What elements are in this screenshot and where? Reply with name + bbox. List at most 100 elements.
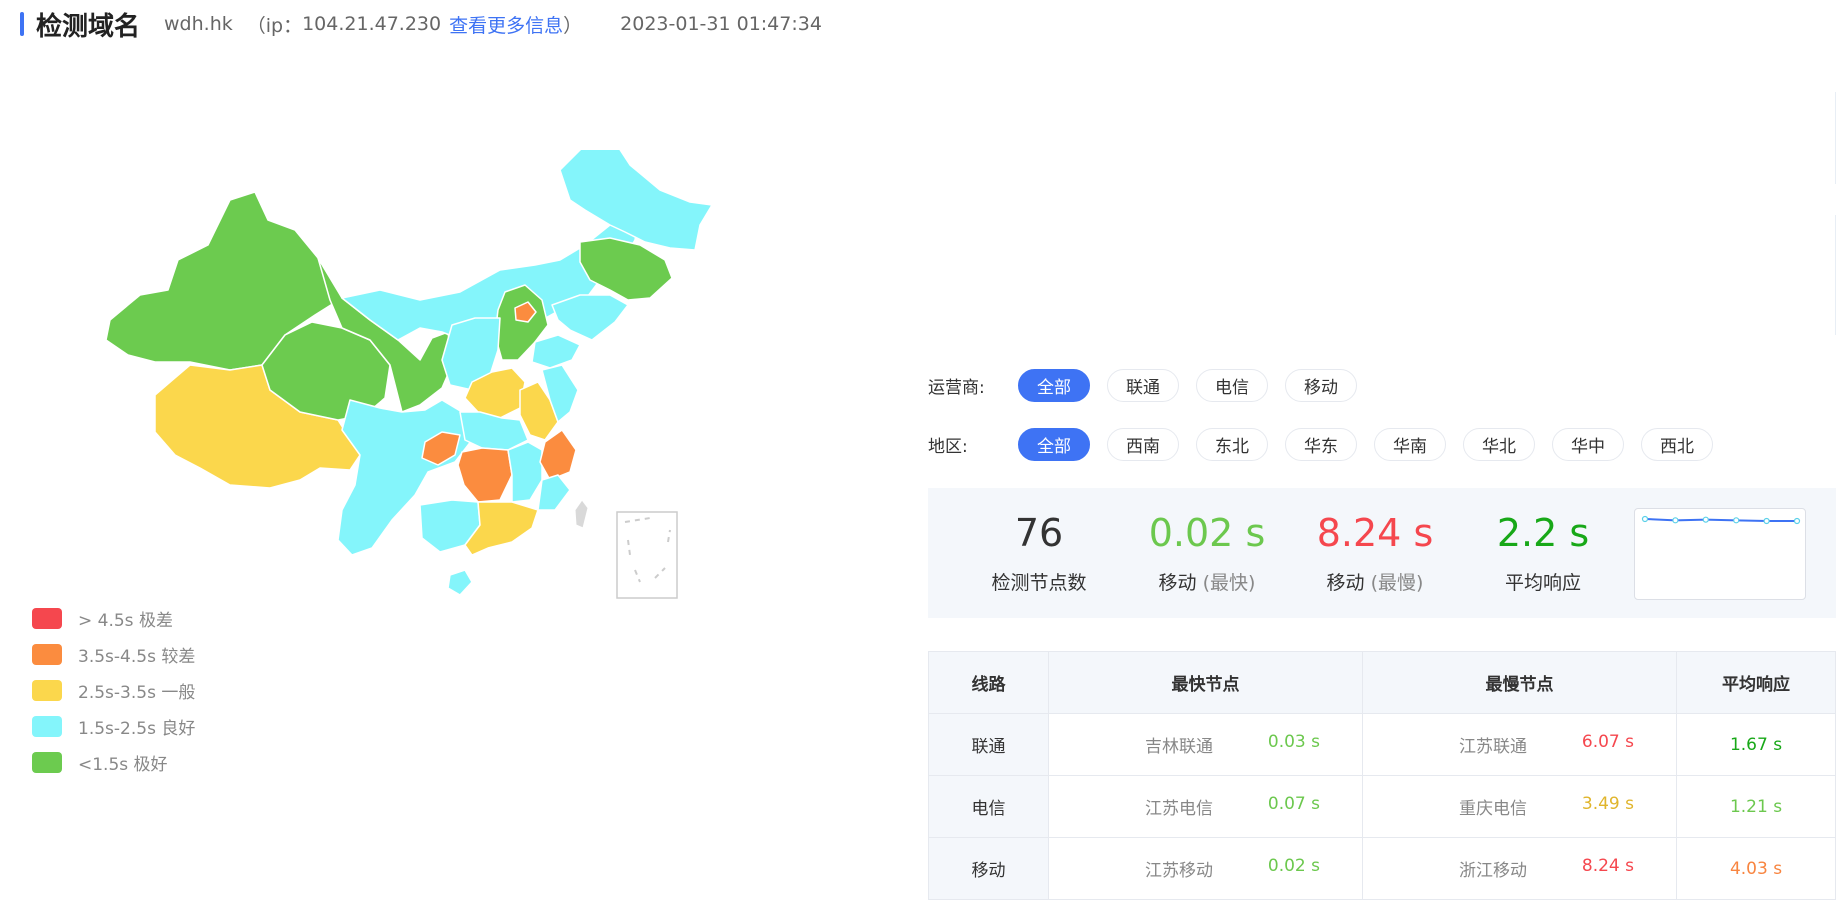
legend-item-good: 1.5s-2.5s 良好 <box>32 708 195 744</box>
stat-fastest-carrier: 移动 <box>1158 572 1197 594</box>
page-title: 检测域名 <box>36 11 141 42</box>
row-slowest: 重庆电信 3.49 s <box>1362 775 1677 838</box>
summary-stats-panel: 76 检测节点数 0.02 s 移动 (最快) 8.24 s 移动 (最慢) 2… <box>928 488 1836 618</box>
province-jilin[interactable] <box>579 237 673 301</box>
carrier-option-telecom[interactable]: 电信 <box>1196 369 1268 402</box>
province-shandong[interactable] <box>531 334 581 369</box>
region-option-northeast[interactable]: 东北 <box>1196 428 1268 461</box>
fast-node-time: 0.03 s <box>1267 732 1320 752</box>
province-fujian[interactable] <box>537 474 571 511</box>
row-average: 1.67 s <box>1676 713 1836 776</box>
slow-node-time: 6.07 s <box>1581 732 1634 752</box>
ad-placeholder-top <box>1810 92 1836 184</box>
col-header-line: 线路 <box>928 651 1049 714</box>
stat-node-count-label: 检测节点数 <box>991 572 1087 594</box>
stat-fastest-sub: (最快) <box>1202 572 1256 594</box>
check-timestamp: 2023-01-31 01:47:34 <box>620 13 822 35</box>
row-slowest: 浙江移动 8.24 s <box>1362 837 1677 900</box>
legend-item-fair: 2.5s-3.5s 一般 <box>32 672 195 708</box>
stat-slowest-value: 8.24 s <box>1316 511 1434 555</box>
col-header-fastest: 最快节点 <box>1048 651 1363 714</box>
fast-node-name: 吉林联通 <box>1145 737 1213 757</box>
table-header-row: 线路 最快节点 最慢节点 平均响应 <box>928 651 1836 714</box>
region-filter-label: 地区: <box>928 437 968 457</box>
legend-label: 2.5s-3.5s 一般 <box>78 682 196 703</box>
legend-swatch <box>32 607 62 629</box>
region-option-southwest[interactable]: 西南 <box>1107 428 1179 461</box>
province-taiwan[interactable] <box>574 499 589 529</box>
response-sparkline <box>1634 508 1806 600</box>
province-liaoning[interactable] <box>551 294 629 341</box>
sparkline-point <box>1641 515 1649 523</box>
sparkline-point <box>1793 517 1801 525</box>
row-fastest: 吉林联通 0.03 s <box>1048 713 1363 776</box>
region-option-north[interactable]: 华北 <box>1463 428 1535 461</box>
province-heilongjiang[interactable] <box>559 139 713 251</box>
row-fastest: 江苏移动 0.02 s <box>1048 837 1363 900</box>
legend-label: 1.5s-2.5s 良好 <box>78 718 196 739</box>
province-hainan[interactable] <box>447 569 473 596</box>
row-line: 移动 <box>928 837 1049 900</box>
carrier-option-unicom[interactable]: 联通 <box>1107 369 1179 402</box>
domain-name: wdh.hk <box>164 13 233 35</box>
domain-meta: wdh.hk （ip： 104.21.47.230 查看更多信息 ） 2023-… <box>164 11 822 38</box>
table-row: 联通 吉林联通 0.03 s 江苏联通 6.07 s 1.67 s <box>928 713 1836 776</box>
legend-swatch <box>32 751 62 773</box>
ip-address: 104.21.47.230 <box>302 13 442 35</box>
south-china-sea-inset <box>616 511 678 599</box>
carrier-filter: 运营商: 全部 联通 电信 移动 <box>928 369 1374 402</box>
stat-node-count-value: 76 <box>1014 511 1064 555</box>
col-header-slowest: 最慢节点 <box>1362 651 1677 714</box>
slow-node-name: 重庆电信 <box>1459 799 1527 819</box>
fast-node-name: 江苏移动 <box>1145 861 1213 881</box>
province-hubei[interactable] <box>459 411 529 451</box>
slow-node-name: 江苏联通 <box>1459 737 1527 757</box>
slow-node-name: 浙江移动 <box>1459 861 1527 881</box>
title-accent-bar <box>20 12 24 36</box>
region-option-south[interactable]: 华南 <box>1374 428 1446 461</box>
slow-node-time: 3.49 s <box>1581 794 1634 814</box>
fast-node-name: 江苏电信 <box>1145 799 1213 819</box>
legend-label: <1.5s 极好 <box>78 754 168 775</box>
legend-swatch <box>32 679 62 701</box>
legend-item-excellent: <1.5s 极好 <box>32 744 195 780</box>
ad-placeholder-mid <box>1810 215 1836 335</box>
sparkline-svg <box>1641 515 1801 525</box>
region-option-northwest[interactable]: 西北 <box>1641 428 1713 461</box>
stat-slowest: 8.24 s 移动 (最慢) <box>1290 488 1460 595</box>
carrier-option-all[interactable]: 全部 <box>1018 369 1090 402</box>
ip-prefix: （ip： <box>246 14 303 37</box>
region-filter: 地区: 全部 西南 东北 华东 华南 华北 华中 西北 <box>928 428 1730 461</box>
stat-fastest: 0.02 s 移动 (最快) <box>1122 488 1292 595</box>
page-header: 检测域名 wdh.hk （ip： 104.21.47.230 查看更多信息 ） … <box>20 6 822 42</box>
row-slowest: 江苏联通 6.07 s <box>1362 713 1677 776</box>
carrier-option-mobile[interactable]: 移动 <box>1285 369 1357 402</box>
row-line: 联通 <box>928 713 1049 776</box>
stat-slowest-sub: (最慢) <box>1370 572 1424 594</box>
slow-node-time: 8.24 s <box>1581 856 1634 876</box>
province-hunan[interactable] <box>457 447 513 503</box>
legend-label: > 4.5s 极差 <box>78 610 173 631</box>
stat-slowest-carrier: 移动 <box>1326 572 1365 594</box>
fast-node-time: 0.07 s <box>1267 794 1320 814</box>
row-line: 电信 <box>928 775 1049 838</box>
stat-slowest-label: 移动 (最慢) <box>1290 568 1460 595</box>
row-fastest: 江苏电信 0.07 s <box>1048 775 1363 838</box>
carrier-summary-table: 线路 最快节点 最慢节点 平均响应 联通 吉林联通 0.03 s 江苏联通 6.… <box>928 651 1836 900</box>
latency-legend: > 4.5s 极差 3.5s-4.5s 较差 2.5s-3.5s 一般 1.5s… <box>32 600 195 780</box>
row-average: 4.03 s <box>1676 837 1836 900</box>
region-option-central[interactable]: 华中 <box>1552 428 1624 461</box>
province-jiangxi[interactable] <box>507 441 543 503</box>
more-info-link[interactable]: 查看更多信息 <box>449 11 563 38</box>
sparkline-point <box>1702 516 1709 523</box>
row-average: 1.21 s <box>1676 775 1836 838</box>
sparkline-point <box>1672 517 1679 524</box>
ip-suffix: ） <box>563 14 583 37</box>
region-option-east[interactable]: 华东 <box>1285 428 1357 461</box>
legend-item-poor: 3.5s-4.5s 较差 <box>32 636 195 672</box>
stat-fastest-value: 0.02 s <box>1148 511 1266 555</box>
region-option-all[interactable]: 全部 <box>1018 428 1090 461</box>
col-header-average: 平均响应 <box>1676 651 1836 714</box>
stat-fastest-label: 移动 (最快) <box>1122 568 1292 595</box>
legend-swatch <box>32 643 62 665</box>
